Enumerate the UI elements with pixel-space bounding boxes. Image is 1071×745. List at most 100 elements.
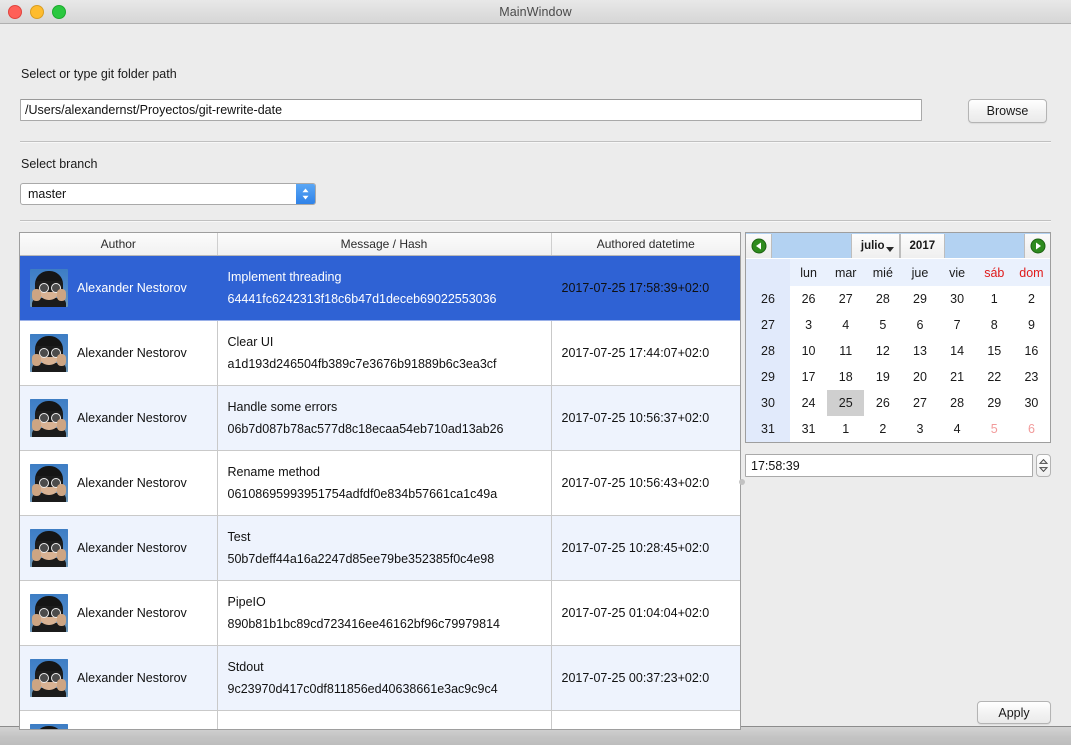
calendar-day[interactable]: 12 — [864, 338, 902, 364]
calendar-day[interactable]: 1 — [827, 416, 865, 442]
calendar-day[interactable]: 27 — [901, 390, 939, 416]
calendar-day[interactable]: 26 — [790, 286, 828, 312]
author-name: Alexander Nestorov — [77, 281, 187, 295]
separator-middle — [20, 220, 1051, 221]
calendar-day[interactable]: 29 — [975, 390, 1013, 416]
table-row[interactable]: Alexander Nestorov Rename method 061086959… — [20, 450, 740, 516]
weekday-header-mié: mié — [864, 259, 902, 286]
calendar-week-row: 30 24 25 26 27 28 29 30 — [746, 390, 1050, 416]
calendar-day[interactable]: 28 — [864, 286, 902, 312]
calendar-day[interactable]: 1 — [975, 286, 1013, 312]
cell-authored-datetime: 2017-07-25 17:44:07+02:0 — [551, 320, 740, 386]
avatar — [30, 464, 68, 502]
branch-select[interactable]: master — [20, 183, 316, 205]
titlebar: MainWindow — [0, 0, 1071, 24]
calendar-day[interactable]: 28 — [938, 390, 976, 416]
cell-authored-datetime: 2017-07-25 10:28:45+02:0 — [551, 515, 740, 581]
author-name: Alexander Nestorov — [77, 476, 187, 490]
date-calendar[interactable]: julio 2017 lun mar mié jue vie sáb dom 2… — [745, 232, 1051, 443]
prev-month-button[interactable] — [746, 233, 772, 258]
cell-author: Alexander Nestorov — [20, 710, 218, 729]
calendar-day[interactable]: 2 — [864, 416, 902, 442]
month-dropdown[interactable]: julio — [850, 233, 900, 258]
calendar-day[interactable]: 3 — [790, 312, 828, 338]
calendar-day[interactable]: 21 — [938, 364, 976, 390]
cell-author: Alexander Nestorov — [20, 515, 218, 581]
calendar-day[interactable]: 6 — [1012, 416, 1050, 442]
calendar-day[interactable]: 27 — [827, 286, 865, 312]
table-row[interactable]: Alexander Nestorov Implement threading 644… — [20, 255, 740, 321]
table-row[interactable]: Alexander Nestorov PipeIO 890b81b1bc89cd72… — [20, 580, 740, 646]
calendar-day[interactable]: 10 — [790, 338, 828, 364]
table-row[interactable]: Alexander NestorovTest — [20, 710, 740, 729]
time-stepper[interactable] — [1036, 454, 1051, 477]
calendar-day[interactable]: 29 — [901, 286, 939, 312]
cell-message-hash: Test — [217, 710, 552, 729]
calendar-day[interactable]: 20 — [901, 364, 939, 390]
calendar-week-row: 29 17 18 19 20 21 22 23 — [746, 364, 1050, 390]
calendar-day[interactable]: 30 — [1012, 390, 1050, 416]
calendar-day[interactable]: 5 — [864, 312, 902, 338]
cell-author: Alexander Nestorov — [20, 385, 218, 451]
next-month-button[interactable] — [1024, 233, 1050, 258]
calendar-day-selected[interactable]: 25 — [827, 390, 865, 416]
apply-button[interactable]: Apply — [977, 701, 1051, 724]
calendar-day[interactable]: 19 — [864, 364, 902, 390]
author-name: Alexander Nestorov — [77, 346, 187, 360]
calendar-navigation-bar: julio 2017 — [746, 233, 1050, 259]
calendar-day[interactable]: 3 — [901, 416, 939, 442]
calendar-day[interactable]: 13 — [901, 338, 939, 364]
weekday-header-jue: jue — [901, 259, 939, 286]
cell-authored-datetime: 2017-07-25 17:58:39+02:0 — [551, 255, 740, 321]
avatar — [30, 529, 68, 567]
calendar-day[interactable]: 23 — [1012, 364, 1050, 390]
chevron-updown-icon — [296, 184, 315, 204]
calendar-day[interactable]: 7 — [938, 312, 976, 338]
time-input[interactable]: 17:58:39 — [745, 454, 1033, 477]
minimize-button[interactable] — [30, 4, 44, 19]
calendar-day[interactable]: 4 — [938, 416, 976, 442]
calendar-day[interactable]: 14 — [938, 338, 976, 364]
calendar-day[interactable]: 26 — [864, 390, 902, 416]
zoom-button[interactable] — [52, 4, 66, 19]
table-row[interactable]: Alexander Nestorov Handle some errors 06b7… — [20, 385, 740, 451]
column-header-message-hash[interactable]: Message / Hash — [217, 233, 552, 256]
commits-table[interactable]: Author Message / Hash Authored datetime … — [19, 232, 741, 730]
calendar-day[interactable]: 24 — [790, 390, 828, 416]
calendar-day[interactable]: 16 — [1012, 338, 1050, 364]
calendar-day[interactable]: 4 — [827, 312, 865, 338]
calendar-day[interactable]: 30 — [938, 286, 976, 312]
table-row[interactable]: Alexander Nestorov Stdout 9c23970d417c0df8… — [20, 645, 740, 711]
chevron-down-icon — [885, 246, 894, 252]
calendar-day[interactable]: 2 — [1012, 286, 1050, 312]
avatar — [30, 594, 68, 632]
close-button[interactable] — [8, 4, 22, 19]
calendar-day[interactable]: 15 — [975, 338, 1013, 364]
window-title: MainWindow — [499, 4, 572, 19]
cell-message-hash: Handle some errors 06b7d087b78ac577d8c18e… — [217, 385, 552, 451]
column-header-datetime[interactable]: Authored datetime — [551, 233, 740, 256]
time-spinbox[interactable]: 17:58:39 — [745, 454, 1051, 477]
calendar-week-row: 31 31 1 2 3 4 5 6 — [746, 416, 1050, 442]
path-label: Select or type git folder path — [21, 67, 177, 81]
splitter-handle[interactable] — [739, 479, 745, 485]
table-row[interactable]: Alexander Nestorov Test 50b7deff44a16a2247… — [20, 515, 740, 581]
calendar-day[interactable]: 8 — [975, 312, 1013, 338]
git-path-input[interactable]: /Users/alexandernst/Proyectos/git-rewrit… — [20, 99, 922, 121]
commit-hash: 64441fc6242313f18c6b47d1deceb69022553036 — [227, 292, 497, 306]
calendar-day[interactable]: 5 — [975, 416, 1013, 442]
calendar-day[interactable]: 11 — [827, 338, 865, 364]
year-spinner[interactable]: 2017 — [899, 233, 946, 258]
calendar-day[interactable]: 18 — [827, 364, 865, 390]
calendar-day[interactable]: 9 — [1012, 312, 1050, 338]
table-row[interactable]: Alexander Nestorov Clear UI a1d193d246504f… — [20, 320, 740, 386]
commit-message: Test — [227, 530, 251, 544]
window-controls — [8, 0, 66, 23]
calendar-day[interactable]: 6 — [901, 312, 939, 338]
commits-table-body: Alexander Nestorov Implement threading 644… — [20, 255, 740, 729]
calendar-day[interactable]: 31 — [790, 416, 828, 442]
calendar-day[interactable]: 22 — [975, 364, 1013, 390]
calendar-day[interactable]: 17 — [790, 364, 828, 390]
browse-button[interactable]: Browse — [968, 99, 1047, 123]
column-header-author[interactable]: Author — [20, 233, 218, 256]
